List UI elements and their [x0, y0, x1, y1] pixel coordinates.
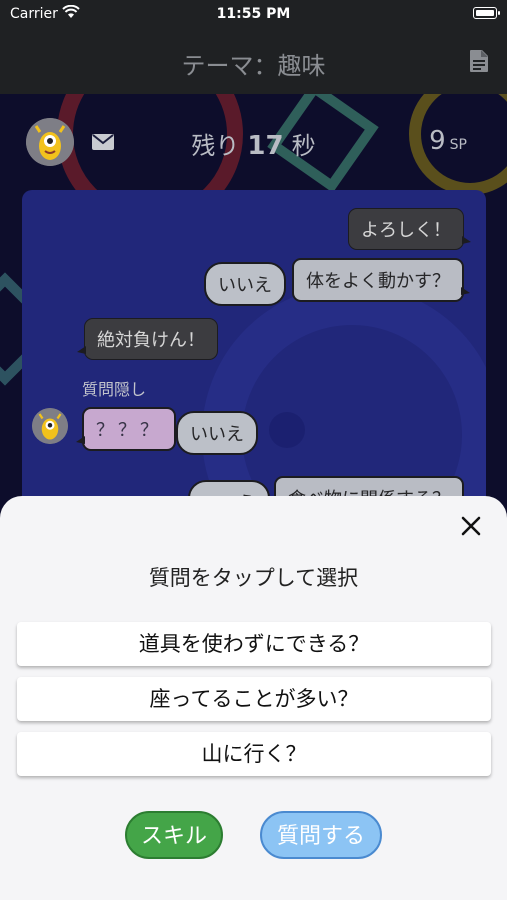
document-icon[interactable]: [469, 49, 489, 73]
close-icon[interactable]: [459, 514, 483, 538]
chat-avatar: [32, 408, 68, 444]
sp-unit: SP: [449, 137, 467, 153]
answer-badge: いいえ: [204, 262, 286, 306]
sp-value: 9: [429, 126, 446, 156]
hidden-question-bubble: ？？？: [76, 407, 176, 451]
ask-question-button[interactable]: 質問する: [260, 811, 382, 859]
sheet-title: 質問をタップして選択: [148, 566, 359, 590]
timer-suffix: 秒: [291, 132, 316, 160]
status-bar: Carrier 11:55 PM: [0, 0, 507, 30]
message-bubble: よろしく！: [348, 208, 471, 250]
nav-bar: テーマ：趣味: [0, 30, 507, 94]
chat-log: よろしく！ いいえ 体をよく動かす？ 絶対負けん！ 質問隠し ？？？ いいえ い…: [22, 190, 486, 520]
game-header: 残り 17 秒 9 SP: [0, 94, 507, 190]
monster-avatar-icon: [32, 408, 68, 444]
question-option[interactable]: 座ってることが多い？: [17, 677, 491, 721]
battery-icon: [473, 7, 500, 19]
question-option[interactable]: 山に行く？: [17, 732, 491, 776]
question-select-sheet: 質問をタップして選択 道具を使わずにできる？ 座ってることが多い？ 山に行く？ …: [0, 496, 507, 900]
clock: 11:55 PM: [216, 6, 291, 22]
question-option[interactable]: 道具を使わずにできる？: [17, 622, 491, 666]
message-bubble: 絶対負けん！: [77, 318, 218, 360]
question-bubble: 体をよく動かす？: [292, 258, 470, 302]
page-title: テーマ：趣味: [181, 52, 326, 80]
hidden-question-label: 質問隠し: [82, 380, 147, 399]
timer-seconds: 17: [247, 131, 284, 161]
timer-prefix: 残り: [191, 132, 240, 160]
answer-badge: いいえ: [176, 411, 258, 455]
skill-button[interactable]: スキル: [125, 811, 223, 859]
skill-points: 9 SP: [429, 126, 467, 156]
